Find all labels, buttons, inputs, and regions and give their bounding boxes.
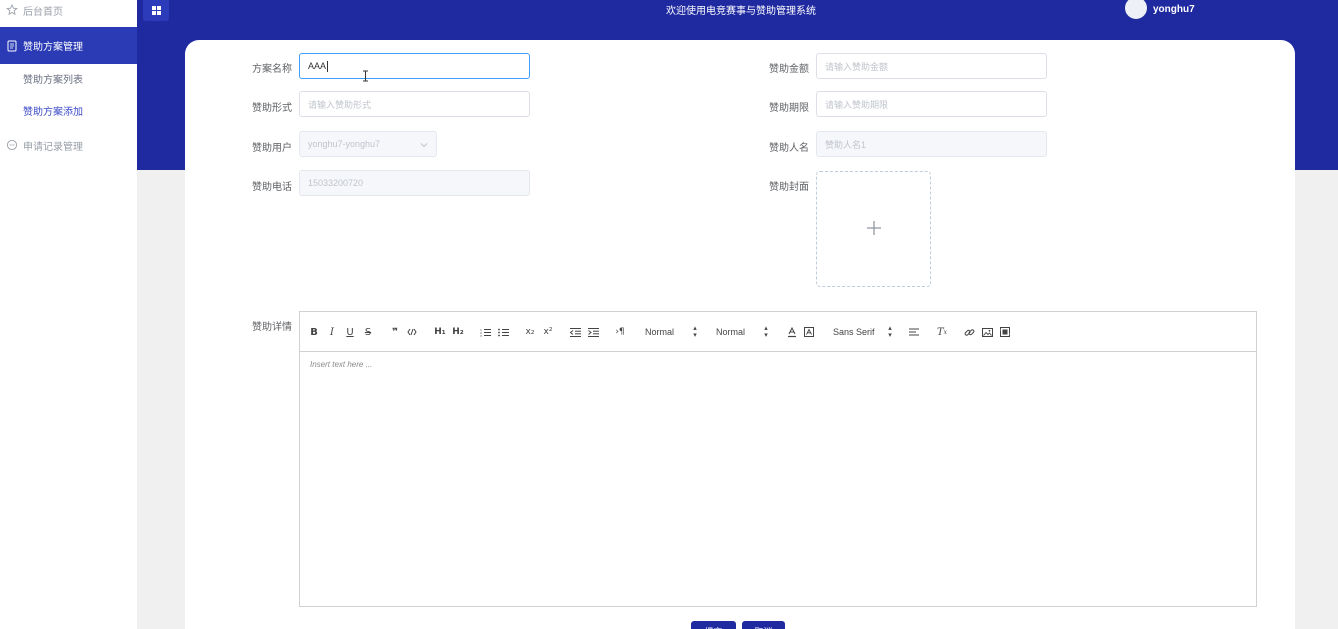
phone-label: 赞助电话 — [252, 182, 292, 193]
amount-label: 赞助金额 — [769, 64, 809, 75]
user-label: 赞助用户 — [252, 143, 292, 154]
period-placeholder: 请输入赞助期限 — [825, 99, 889, 110]
form-type-input[interactable]: 请输入赞助形式 — [299, 91, 530, 117]
period-label: 赞助期限 — [769, 103, 809, 114]
text-direction-icon[interactable]: ›¶ — [614, 325, 626, 339]
text-cursor-icon — [362, 70, 369, 85]
chevron-down-icon — [420, 140, 428, 150]
message-icon — [5, 138, 19, 152]
font-picker[interactable]: Sans Serif ▴ ▾ — [833, 325, 893, 339]
plan-name-label: 方案名称 — [252, 64, 292, 75]
sidebar: 后台首页 赞助方案管理 赞助方案列表 赞助方案添加 申请记录管理 — [0, 0, 137, 629]
user-select-value: yonghu7-yonghu7 — [308, 139, 381, 149]
phone-input[interactable]: 15033200720 — [299, 170, 530, 196]
rich-text-editor: B I U S ❞ H₁ H₂ 123 x₂ x² ›¶ Normal ▴ ▾ N — [299, 311, 1257, 607]
menu-toggle-button[interactable] — [143, 0, 169, 21]
bold-icon[interactable]: B — [309, 325, 319, 339]
detail-label: 赞助详情 — [252, 322, 292, 333]
site-title: 欢迎使用电竞赛事与赞助管理系统 — [666, 6, 816, 17]
italic-icon[interactable]: I — [327, 325, 337, 339]
blockquote-icon[interactable]: ❞ — [389, 325, 401, 339]
phone-value: 15033200720 — [308, 178, 364, 188]
sidebar-item-plan-list[interactable]: 赞助方案列表 — [0, 62, 137, 94]
sidebar-item-apply-records[interactable]: 申请记录管理 — [0, 128, 137, 162]
text-caret — [327, 60, 329, 72]
clear-format-icon[interactable]: Tx — [936, 325, 948, 339]
header-picker-value: Normal — [645, 327, 675, 337]
sponsor-name-placeholder: 赞助人名1 — [825, 139, 867, 150]
header-1-icon[interactable]: H₁ — [433, 325, 447, 339]
picker-arrow-icon: ▴ ▾ — [888, 325, 892, 339]
subscript-icon[interactable]: x₂ — [524, 325, 536, 339]
plus-icon — [866, 220, 882, 239]
image-icon[interactable] — [981, 325, 993, 339]
document-icon — [5, 39, 19, 53]
plan-name-value: AAA — [308, 61, 327, 71]
video-icon[interactable] — [999, 325, 1011, 339]
period-input[interactable]: 请输入赞助期限 — [816, 91, 1047, 117]
form-type-placeholder: 请输入赞助形式 — [308, 99, 372, 110]
grid-icon — [151, 4, 161, 18]
sidebar-item-apply-label: 申请记录管理 — [23, 141, 83, 153]
underline-icon[interactable]: U — [345, 325, 355, 339]
text-color-icon[interactable] — [787, 325, 797, 339]
sidebar-group-label: 赞助方案管理 — [23, 42, 83, 53]
cancel-button[interactable]: 取消 — [742, 621, 785, 629]
cover-upload[interactable] — [816, 171, 931, 287]
code-block-icon[interactable] — [406, 325, 418, 339]
sidebar-item-label: 赞助方案添加 — [23, 106, 83, 118]
strike-icon[interactable]: S — [363, 325, 373, 339]
ordered-list-icon[interactable]: 123 — [479, 325, 491, 339]
superscript-icon[interactable]: x² — [542, 325, 554, 339]
sidebar-item-home[interactable]: 后台首页 — [0, 0, 137, 20]
amount-placeholder: 请输入赞助金额 — [825, 61, 889, 72]
indent-icon[interactable] — [587, 325, 599, 339]
outdent-icon[interactable] — [569, 325, 581, 339]
editor-toolbar: B I U S ❞ H₁ H₂ 123 x₂ x² ›¶ Normal ▴ ▾ N — [300, 312, 1256, 352]
font-picker-value: Sans Serif — [833, 327, 875, 337]
amount-input[interactable]: 请输入赞助金额 — [816, 53, 1047, 79]
user-select[interactable]: yonghu7-yonghu7 — [299, 131, 437, 157]
align-icon[interactable] — [908, 325, 920, 339]
username[interactable]: yonghu7 — [1153, 4, 1195, 15]
star-icon — [5, 3, 19, 17]
size-picker-value: Normal — [716, 327, 746, 337]
sidebar-item-home-label: 后台首页 — [23, 6, 63, 18]
header-picker[interactable]: Normal ▴ ▾ — [645, 325, 698, 339]
bullet-list-icon[interactable] — [497, 325, 509, 339]
link-icon[interactable] — [963, 325, 975, 339]
picker-arrow-icon: ▴ ▾ — [693, 325, 697, 339]
sidebar-group-sponsor-plan[interactable]: 赞助方案管理 — [0, 27, 137, 64]
submit-button[interactable]: 提交 — [691, 621, 736, 629]
form-type-label: 赞助形式 — [252, 103, 292, 114]
cover-label: 赞助封面 — [769, 182, 809, 193]
sponsor-name-label: 赞助人名 — [769, 143, 809, 154]
size-picker[interactable]: Normal ▴ ▾ — [716, 325, 769, 339]
editor-placeholder[interactable]: Insert text here ... — [310, 360, 372, 369]
sidebar-item-plan-add[interactable]: 赞助方案添加 — [0, 94, 137, 126]
header-2-icon[interactable]: H₂ — [451, 325, 465, 339]
avatar[interactable] — [1125, 0, 1147, 19]
sidebar-item-label: 赞助方案列表 — [23, 74, 83, 86]
plan-name-input[interactable]: AAA — [299, 53, 530, 79]
background-color-icon[interactable] — [804, 325, 814, 339]
picker-arrow-icon: ▴ ▾ — [764, 325, 768, 339]
svg-text:3: 3 — [480, 334, 482, 337]
sponsor-name-input[interactable]: 赞助人名1 — [816, 131, 1047, 157]
